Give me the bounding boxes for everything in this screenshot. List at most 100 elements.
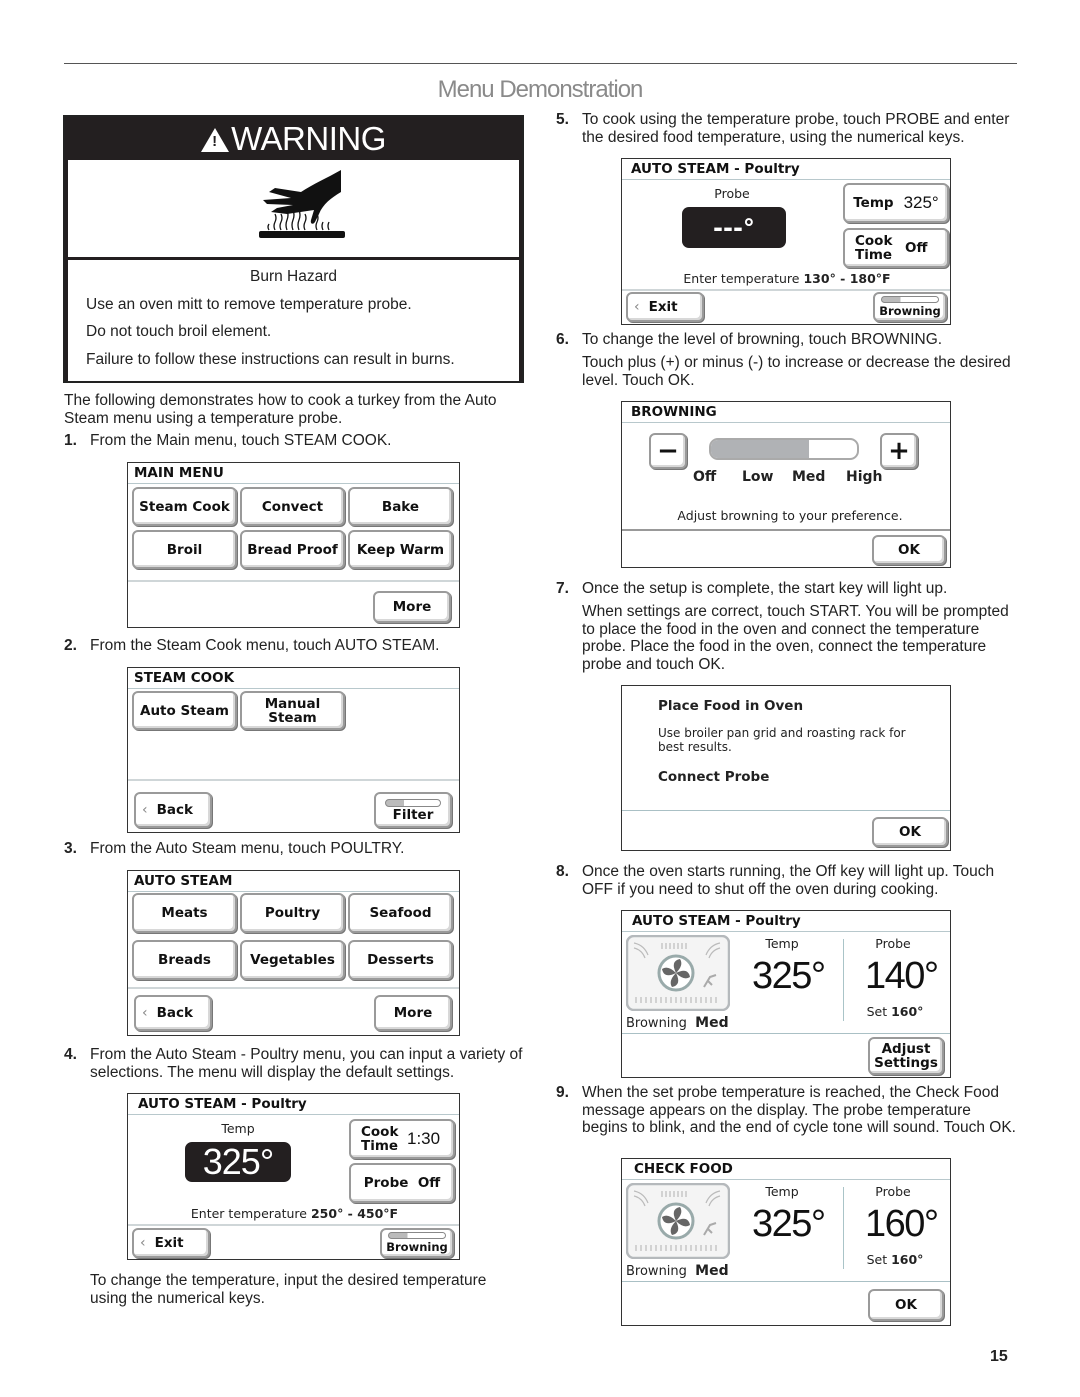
warning-line: Failure to follow these instructions can… [86,350,455,368]
browning-value: Med [695,1263,729,1279]
set-label: Set [866,1004,888,1019]
cook-time-button[interactable]: Cook Time Off [843,228,949,268]
broil-button[interactable]: Broil [132,530,237,569]
temp-label: Temp [853,195,894,211]
poultry-probe-panel: AUTO STEAM - Poultry Probe ---° Temp 325… [621,158,951,325]
step-6: 6. To change the level of browning, touch… [556,331,1018,349]
exit-button[interactable]: ‹ Exit [132,1228,210,1258]
warning-triangle-icon [201,128,230,152]
panel-title: CHECK FOOD [622,1159,950,1180]
convect-button[interactable]: Convect [240,487,345,526]
steam-cook-panel: STEAM COOK Auto Steam Manual Steam ‹ Back… [127,667,460,833]
steam-cook-button[interactable]: Steam Cook [132,487,237,526]
place-food-panel: Place Food in Oven Use broiler pan grid … [621,685,951,851]
temp-value: 325° [752,955,826,997]
browning-label: Browning [626,1264,687,1279]
step-6-detail: Touch plus (+) or minus (-) to increase … [582,354,1011,389]
filter-button[interactable]: Filter [374,792,452,828]
filter-label: Filter [392,806,434,823]
probe-label: Probe [714,186,750,201]
manual-steam-button[interactable]: Manual Steam [240,691,345,730]
browning-label: Browning [386,1240,448,1254]
step-text: From the Auto Steam - Poultry menu, you … [90,1046,523,1081]
ok-button[interactable]: OK [872,817,948,847]
browning-button[interactable]: Browning [380,1228,454,1258]
browning-meter-icon [388,1232,446,1239]
vertical-divider [843,1187,844,1269]
browning-hint: Adjust browning to your preference. [677,508,903,523]
adjust-settings-button[interactable]: Adjust Settings [868,1037,944,1075]
breads-button[interactable]: Breads [132,940,237,980]
more-button[interactable]: More [374,995,452,1031]
browning-label: Browning [879,304,941,318]
exit-button[interactable]: ‹ Exit [626,292,704,322]
oven-steam-fan-icon [626,935,730,1011]
panel-divider [622,1033,950,1034]
step-3: 3. From the Auto Steam menu, touch POULTR… [64,840,524,858]
panel-divider [622,289,950,291]
check-food-panel: CHECK FOOD Browning Med Temp 325° Probe … [621,1158,951,1326]
bread-proof-button[interactable]: Bread Proof [240,530,345,569]
range-label: Enter temperature [683,271,800,286]
set-label: Set [866,1252,888,1267]
step-text: From the Steam Cook menu, touch AUTO STE… [90,637,440,654]
ok-button[interactable]: OK [868,1289,944,1321]
meats-button[interactable]: Meats [132,893,237,933]
step-text: When the set probe temperature is reache… [582,1084,1016,1136]
temp-display[interactable]: 325° [185,1141,291,1182]
panel-title: STEAM COOK [128,668,459,689]
back-button[interactable]: ‹ Back [134,995,212,1031]
warning-bottom-border [63,381,524,383]
back-button[interactable]: ‹ Back [134,792,212,828]
exit-label: Exit [154,1235,184,1251]
plus-button[interactable]: + [880,433,918,469]
minus-button[interactable]: − [649,433,687,469]
more-button[interactable]: More [373,591,451,623]
auto-steam-button[interactable]: Auto Steam [132,691,237,730]
warning-header: WARNING [65,117,522,160]
step-number: 1. [64,432,77,449]
cook-time-label: Cook Time [361,1124,399,1154]
panel-divider [128,580,459,582]
seafood-button[interactable]: Seafood [348,893,453,933]
step-text: Once the oven starts running, the Off ke… [582,863,995,898]
step-number: 6. [556,331,569,348]
step-number: 4. [64,1046,77,1063]
browning-level-bar[interactable] [709,438,859,460]
main-menu-panel: MAIN MENU Steam Cook Convect Bake Broil … [127,462,460,628]
cook-time-button[interactable]: Cook Time 1:30 [349,1119,455,1159]
poultry-button[interactable]: Poultry [240,893,345,933]
panel-divider [622,810,950,811]
desserts-button[interactable]: Desserts [348,940,453,980]
chevron-left-icon: ‹ [142,802,148,818]
bake-button[interactable]: Bake [348,487,453,526]
cook-time-label: Cook Time [855,233,893,263]
poultry-default-panel: AUTO STEAM - Poultry Temp 325° Cook Time… [127,1093,460,1260]
back-label: Back [156,1005,193,1021]
hazard-title: Burn Hazard [249,268,337,285]
warning-image-area [65,160,522,260]
ok-button[interactable]: OK [872,535,946,565]
probe-display[interactable]: ---° [682,207,786,248]
vegetables-button[interactable]: Vegetables [240,940,345,980]
auto-steam-panel: AUTO STEAM Meats Poultry Seafood Breads … [127,870,460,1036]
step-4-note: To change the temperature, input the des… [90,1272,487,1307]
browning-meter-icon [881,296,939,303]
warning-text: Burn Hazard Use an oven mitt to remove t… [65,260,522,381]
panel-title: AUTO STEAM - Poultry [622,911,950,932]
browning-status: Browning Med [626,1015,729,1031]
keep-warm-button[interactable]: Keep Warm [348,530,453,569]
chevron-left-icon: ‹ [634,299,640,315]
cook-time-value: 1:30 [407,1129,441,1148]
probe-button[interactable]: Probe Off [349,1163,455,1203]
step-2: 2. From the Steam Cook menu, touch AUTO S… [64,637,524,655]
step-number: 3. [64,840,77,857]
panel-title: AUTO STEAM - Poultry [622,159,950,180]
panel-title: AUTO STEAM [128,871,459,892]
step-text: To cook using the temperature probe, tou… [582,111,1010,146]
step-number: 9. [556,1084,569,1101]
filter-meter-icon [385,798,441,807]
browning-button[interactable]: Browning [873,292,947,322]
temp-label: Temp [221,1121,255,1136]
temp-button[interactable]: Temp 325° [843,183,949,223]
